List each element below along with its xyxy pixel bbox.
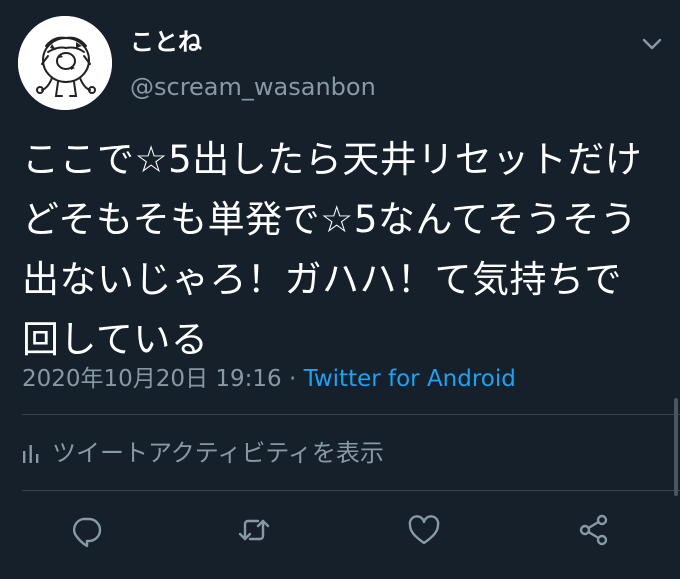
divider bbox=[22, 414, 680, 415]
meta-separator: · bbox=[281, 366, 304, 392]
tweet-text: ここで☆5出したら天井リセットだけ どそもそも単発で☆5なんてそうそう 出ないじ… bbox=[22, 138, 643, 361]
bar-chart-icon bbox=[23, 445, 39, 463]
action-bar bbox=[0, 506, 680, 558]
avatar[interactable] bbox=[18, 16, 112, 110]
share-button[interactable] bbox=[576, 512, 612, 548]
like-button[interactable] bbox=[406, 512, 442, 548]
tweet-meta: 2020年10月20日 19:16 · Twitter for Android bbox=[22, 362, 516, 396]
scrollbar[interactable] bbox=[674, 398, 678, 496]
tweet-timestamp[interactable]: 2020年10月20日 19:16 bbox=[22, 366, 282, 392]
reply-icon bbox=[72, 517, 102, 548]
heart-icon bbox=[408, 515, 440, 545]
tweet-source-link[interactable]: Twitter for Android bbox=[304, 366, 516, 392]
share-icon bbox=[579, 514, 608, 546]
retweet-icon bbox=[238, 519, 270, 541]
avatar-image bbox=[18, 16, 112, 110]
user-handle[interactable]: @scream_wasanbon bbox=[130, 71, 376, 103]
tweet-card: ことね @scream_wasanbon ここで☆5出したら天井リセットだけ ど… bbox=[0, 0, 680, 579]
tweet-activity-label: ツイートアクティビティを表示 bbox=[52, 439, 384, 467]
reply-button[interactable] bbox=[68, 512, 104, 548]
retweet-button[interactable] bbox=[236, 512, 272, 548]
chevron-down-icon[interactable] bbox=[638, 30, 666, 58]
tweet-activity-link[interactable]: ツイートアクティビティを表示 bbox=[22, 436, 384, 470]
divider bbox=[22, 490, 680, 491]
display-name[interactable]: ことね bbox=[130, 26, 202, 58]
